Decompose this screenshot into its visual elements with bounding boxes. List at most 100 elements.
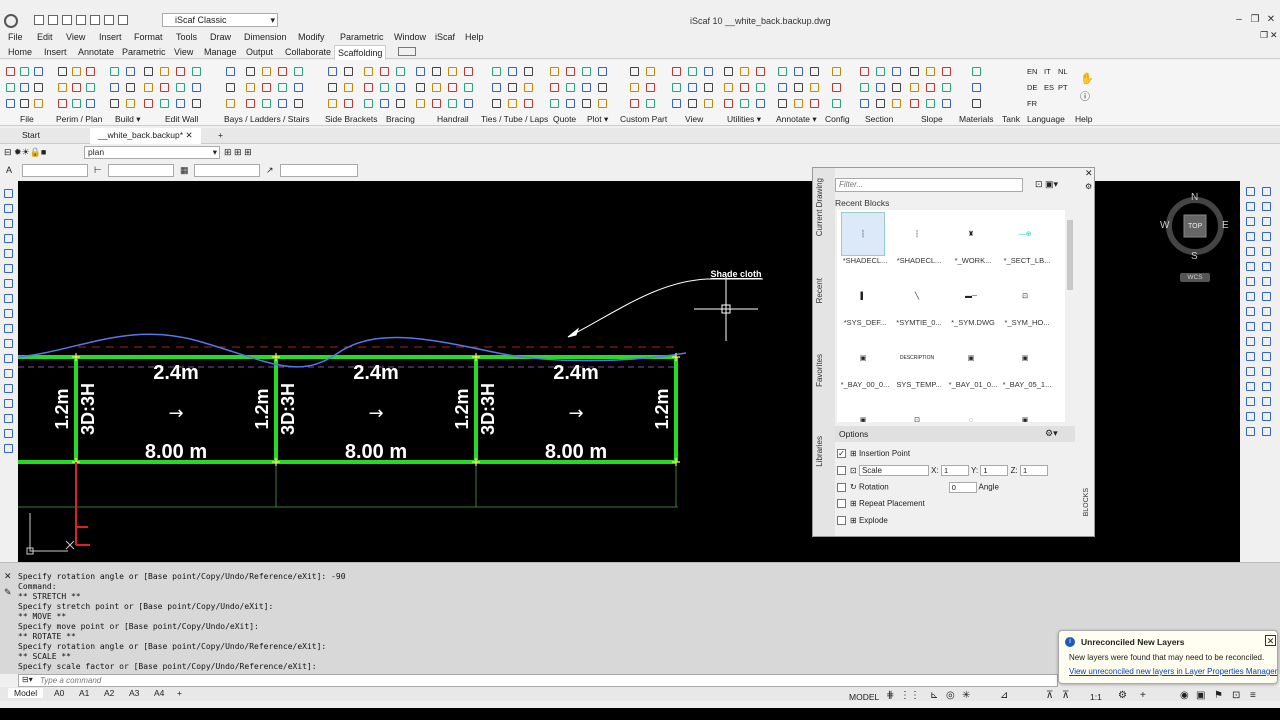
ribbon-tool-icon[interactable] xyxy=(740,67,749,76)
ribbon-tool-icon[interactable] xyxy=(646,83,655,92)
ribbon-tool-icon[interactable] xyxy=(704,83,713,92)
ribbon-tool-icon[interactable] xyxy=(942,99,951,108)
block-item[interactable]: ┆ *SHADECL... xyxy=(891,212,943,270)
ribbon-tool-icon[interactable] xyxy=(226,99,235,108)
ribbon-tool-icon[interactable] xyxy=(72,67,81,76)
ribbon-tool-icon[interactable] xyxy=(364,67,373,76)
ribbon-tool-icon[interactable] xyxy=(344,83,353,92)
ribbon-tool-icon[interactable] xyxy=(432,99,441,108)
ribbon-tool-icon[interactable] xyxy=(262,99,271,108)
ribbon-tool-icon[interactable] xyxy=(20,83,29,92)
explode-checkbox[interactable] xyxy=(837,516,846,526)
rotation-option[interactable]: ↻ Rotation 0 Angle xyxy=(837,482,999,493)
ribbon-tool-icon[interactable] xyxy=(860,83,869,92)
modify-tool-icon[interactable] xyxy=(1246,352,1255,361)
ribbon-tool-icon[interactable] xyxy=(126,83,135,92)
block-item[interactable]: ▣ xyxy=(999,398,1051,422)
ribbon-tool-icon[interactable] xyxy=(810,67,819,76)
draw-tool-icon[interactable] xyxy=(4,249,13,258)
redo-icon[interactable] xyxy=(118,14,128,25)
tab-recent[interactable]: Recent xyxy=(815,278,824,303)
ribbon-tool-icon[interactable] xyxy=(860,99,869,108)
draw-tool-icon[interactable] xyxy=(4,369,13,378)
ribbon-tool-icon[interactable] xyxy=(110,67,119,76)
new-tab-icon[interactable]: + xyxy=(210,128,231,144)
tab-a3[interactable]: A3 xyxy=(129,688,139,698)
workspace-gear-icon[interactable]: ⚙ xyxy=(1118,690,1127,701)
ribbon-tool-icon[interactable] xyxy=(262,67,271,76)
ribbon-tool-icon[interactable] xyxy=(160,83,169,92)
autoscale-icon[interactable]: ⊼ xyxy=(1062,690,1069,701)
modify-tool-icon[interactable] xyxy=(1262,187,1271,196)
modify-tool-icon[interactable] xyxy=(1246,292,1255,301)
lang-en-button[interactable]: EN xyxy=(1027,67,1037,76)
ribbon-tool-icon[interactable] xyxy=(432,83,441,92)
block-item[interactable]: ▬─ *_SYM.DWG xyxy=(945,274,997,332)
modify-tool-icon[interactable] xyxy=(1262,217,1271,226)
lang-it-button[interactable]: IT xyxy=(1044,67,1051,76)
ribbon-tool-icon[interactable] xyxy=(126,67,135,76)
menu-parametric[interactable]: Parametric xyxy=(340,32,384,42)
ribbon-tool-icon[interactable] xyxy=(6,83,15,92)
modify-tool-icon[interactable] xyxy=(1262,307,1271,316)
ribbon-tool-icon[interactable] xyxy=(508,83,517,92)
modify-tool-icon[interactable] xyxy=(1246,247,1255,256)
save-icon[interactable] xyxy=(62,14,72,25)
ribbon-tool-icon[interactable] xyxy=(364,83,373,92)
ribbon-tool-icon[interactable] xyxy=(756,99,765,108)
modify-tool-icon[interactable] xyxy=(1262,292,1271,301)
lang-fr-button[interactable]: FR xyxy=(1027,99,1037,108)
ribbon-tool-icon[interactable] xyxy=(262,83,271,92)
doc-close-icon[interactable]: ✕ xyxy=(1270,30,1278,41)
tab-view[interactable]: View xyxy=(174,47,193,57)
tab-a1[interactable]: A1 xyxy=(79,688,89,698)
ribbon-tool-icon[interactable] xyxy=(464,99,473,108)
menu-dimension[interactable]: Dimension xyxy=(244,32,287,42)
rotation-input[interactable]: 0 xyxy=(948,482,977,493)
modify-tool-icon[interactable] xyxy=(1246,202,1255,211)
close-palette-icon[interactable]: ✕ xyxy=(1085,168,1093,179)
ribbon-tool-icon[interactable] xyxy=(566,83,575,92)
ribbon-tool-icon[interactable] xyxy=(380,83,389,92)
doc-restore-icon[interactable]: ❐ xyxy=(1260,30,1268,41)
ribbon-tool-icon[interactable] xyxy=(630,67,639,76)
ribbon-tool-icon[interactable] xyxy=(110,83,119,92)
block-filter-input[interactable]: Filter... xyxy=(835,178,1023,192)
modify-tool-icon[interactable] xyxy=(1246,337,1255,346)
table-style-select[interactable] xyxy=(194,164,260,177)
viewcube[interactable]: N S E W TOP xyxy=(1160,192,1230,262)
menu-draw[interactable]: Draw xyxy=(210,32,231,42)
ribbon-tool-icon[interactable] xyxy=(294,67,303,76)
x-scale-input[interactable]: 1 xyxy=(940,465,969,477)
ribbon-tool-icon[interactable] xyxy=(20,67,29,76)
close-tab-icon[interactable]: ✕ xyxy=(185,130,192,140)
ribbon-tool-icon[interactable] xyxy=(672,67,681,76)
tab-annotate[interactable]: Annotate xyxy=(78,47,114,57)
ribbon-tool-icon[interactable] xyxy=(704,67,713,76)
ribbon-tool-icon[interactable] xyxy=(582,99,591,108)
ortho-icon[interactable]: ⊾ xyxy=(930,690,938,701)
draw-tool-icon[interactable] xyxy=(4,264,13,273)
modify-tool-icon[interactable] xyxy=(1262,382,1271,391)
ribbon-tool-icon[interactable] xyxy=(246,83,255,92)
modify-tool-icon[interactable] xyxy=(1262,262,1271,271)
modify-tool-icon[interactable] xyxy=(1246,322,1255,331)
insertion-point-option[interactable]: ✓ ⊞ Insertion Point xyxy=(837,449,910,459)
ribbon-tool-icon[interactable] xyxy=(226,67,235,76)
ribbon-tool-icon[interactable] xyxy=(226,83,235,92)
ribbon-tool-icon[interactable] xyxy=(492,67,501,76)
explode-option[interactable]: ⊞ Explode xyxy=(837,516,888,526)
ribbon-tool-icon[interactable] xyxy=(508,67,517,76)
new-icon[interactable] xyxy=(34,14,44,25)
modify-tool-icon[interactable] xyxy=(1262,202,1271,211)
layer-tools-icons[interactable]: ⊟ ✹☀🔒■ xyxy=(4,147,46,158)
ribbon-tool-icon[interactable] xyxy=(688,99,697,108)
ribbon-tool-icon[interactable] xyxy=(876,83,885,92)
menu-format[interactable]: Format xyxy=(134,32,163,42)
ribbon-tool-icon[interactable] xyxy=(778,83,787,92)
modify-tool-icon[interactable] xyxy=(1246,232,1255,241)
ribbon-tool-icon[interactable] xyxy=(144,99,153,108)
command-input[interactable] xyxy=(18,674,1058,687)
ribbon-tool-icon[interactable] xyxy=(646,67,655,76)
options-gear-icon[interactable]: ⚙▾ xyxy=(1045,428,1058,439)
